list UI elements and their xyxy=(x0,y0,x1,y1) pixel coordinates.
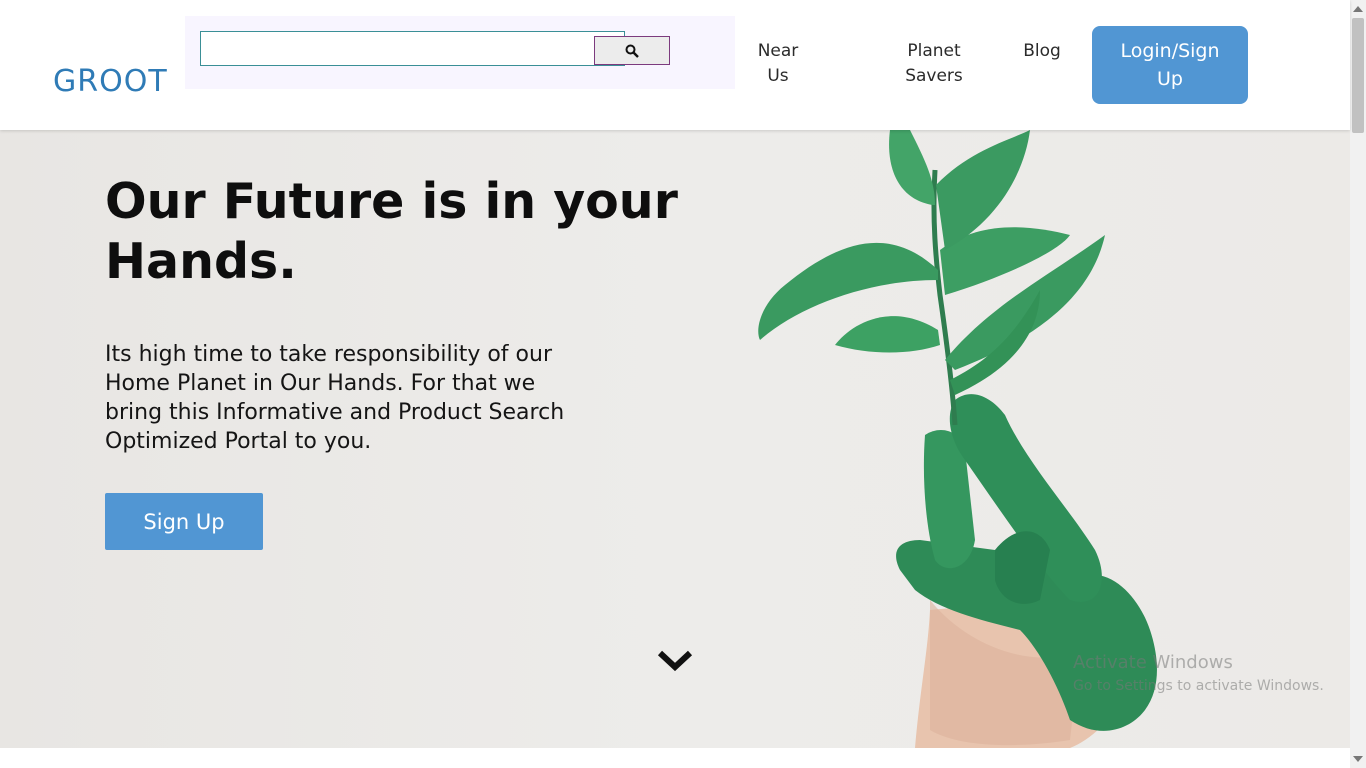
page-bottom-strip xyxy=(0,748,1350,768)
hero-description: Its high time to take responsibility of … xyxy=(105,340,665,456)
scroll-up-arrow-icon[interactable] xyxy=(1353,6,1363,12)
vertical-scrollbar[interactable] xyxy=(1350,0,1366,768)
watermark-subtitle: Go to Settings to activate Windows. xyxy=(1073,678,1324,694)
nav-near-us[interactable]: Near Us xyxy=(748,39,808,89)
hero-text-line4: Optimized Portal to you. xyxy=(105,429,372,454)
scroll-thumb[interactable] xyxy=(1352,18,1364,133)
login-signup-button[interactable]: Login/Sign Up xyxy=(1092,26,1248,104)
watermark-title: Activate Windows xyxy=(1073,652,1233,673)
hero-text-line3: bring this Informative and Product Searc… xyxy=(105,400,565,425)
hero-text-line1: Its high time to take responsibility of … xyxy=(105,342,552,367)
nav-planet-savers-line1: Planet xyxy=(907,41,961,61)
activate-windows-watermark: Activate Windows Go to Settings to activ… xyxy=(1073,652,1324,696)
nav-blog[interactable]: Blog xyxy=(1018,39,1066,64)
hero-signup-button[interactable]: Sign Up xyxy=(105,493,263,550)
nav-planet-savers[interactable]: Planet Savers xyxy=(899,39,969,89)
scroll-down-arrow-icon[interactable] xyxy=(1353,756,1363,762)
hero-title-line1: Our Future is in your xyxy=(105,173,678,230)
search-input[interactable] xyxy=(200,31,625,66)
nav-near-us-line1: Near xyxy=(757,41,799,61)
hero-text-line2: Home Planet in Our Hands. For that we xyxy=(105,371,536,396)
login-label-line1: Login/Sign xyxy=(1120,40,1220,62)
hero-title-line2: Hands. xyxy=(105,233,297,290)
search-button[interactable] xyxy=(594,36,670,65)
site-logo[interactable]: GROOT xyxy=(53,64,168,99)
chevron-down-icon[interactable] xyxy=(656,647,694,675)
nav-planet-savers-line2: Savers xyxy=(905,66,963,86)
hero-title: Our Future is in your Hands. xyxy=(105,172,725,292)
search-bar xyxy=(185,16,735,89)
site-header: GROOT Near Us Planet Savers Blog Login/S… xyxy=(0,0,1350,130)
search-icon xyxy=(625,44,639,58)
nav-near-us-line2: Us xyxy=(767,66,789,86)
login-label-line2: Up xyxy=(1157,68,1183,90)
